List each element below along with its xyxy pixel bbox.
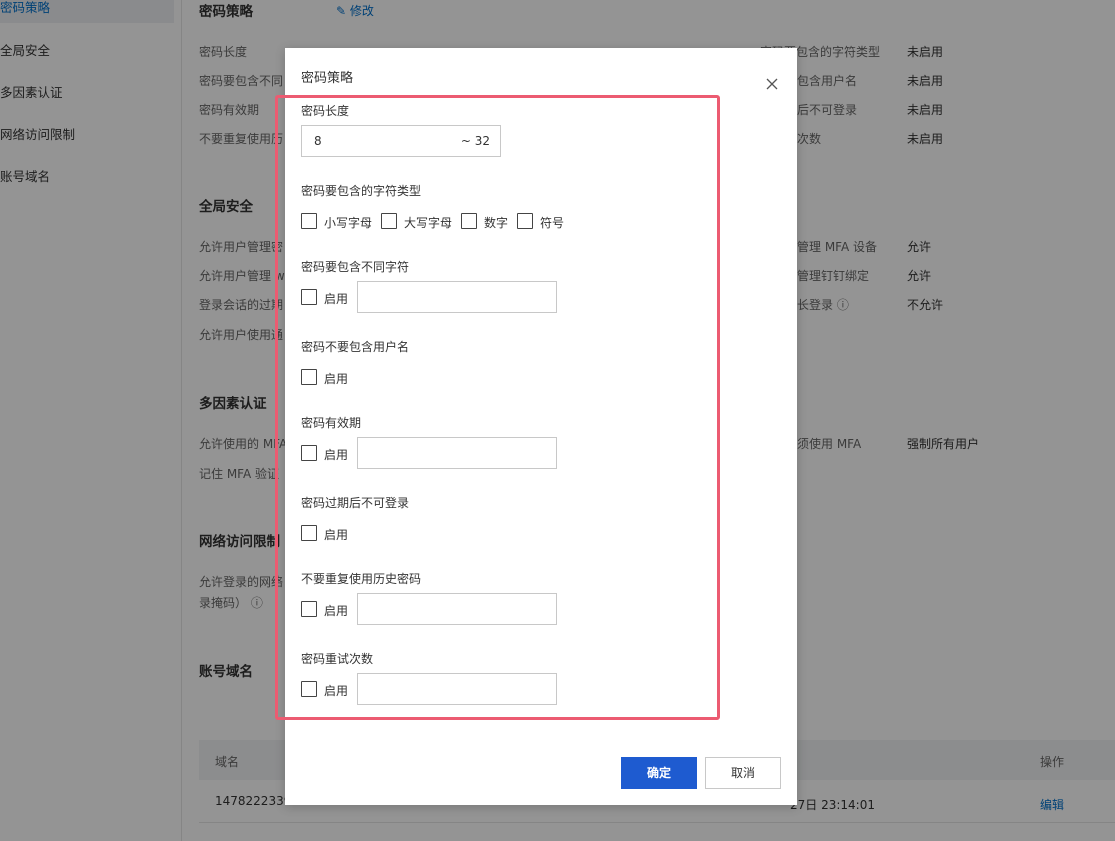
retry-label: 密码重试次数 [301,652,374,666]
symbols-label: 符号 [540,216,565,230]
enable-label: 启用 [324,292,349,306]
enable-label: 启用 [324,684,349,698]
no-username-label: 密码不要包含用户名 [301,340,410,354]
close-button[interactable] [763,75,781,93]
validity-label: 密码有效期 [301,416,362,430]
length-input[interactable]: 8 ~ 32 [301,125,501,157]
expire-login-checkbox[interactable] [301,525,317,541]
dialog-title: 密码策略 [301,71,354,86]
enable-label: 启用 [324,448,349,462]
password-policy-dialog: 密码策略 密码长度 8 ~ 32 密码要包含的字符类型 小写字母 大写字母 数字… [285,48,797,805]
lowercase-checkbox[interactable] [301,213,317,229]
confirm-button[interactable]: 确定 [621,757,697,789]
length-suffix: ~ 32 [460,134,490,148]
history-input[interactable] [357,593,557,625]
length-label: 密码长度 [301,104,350,118]
lowercase-label: 小写字母 [324,216,373,230]
validity-input[interactable] [357,437,557,469]
symbols-checkbox[interactable] [517,213,533,229]
expire-login-label: 密码过期后不可登录 [301,496,410,510]
length-value: 8 [314,134,322,148]
close-icon [766,78,778,90]
no-username-checkbox[interactable] [301,369,317,385]
char-types-label: 密码要包含的字符类型 [301,184,422,198]
enable-label: 启用 [324,372,349,386]
digits-label: 数字 [484,216,509,230]
enable-label: 启用 [324,604,349,618]
distinct-chars-label: 密码要包含不同字符 [301,260,410,274]
validity-checkbox[interactable] [301,445,317,461]
retry-input[interactable] [357,673,557,705]
history-label: 不要重复使用历史密码 [301,572,422,586]
cancel-button[interactable]: 取消 [705,757,781,789]
enable-label: 启用 [324,528,349,542]
uppercase-label: 大写字母 [404,216,453,230]
history-checkbox[interactable] [301,601,317,617]
distinct-chars-checkbox[interactable] [301,289,317,305]
uppercase-checkbox[interactable] [381,213,397,229]
digits-checkbox[interactable] [461,213,477,229]
distinct-chars-input[interactable] [357,281,557,313]
retry-checkbox[interactable] [301,681,317,697]
